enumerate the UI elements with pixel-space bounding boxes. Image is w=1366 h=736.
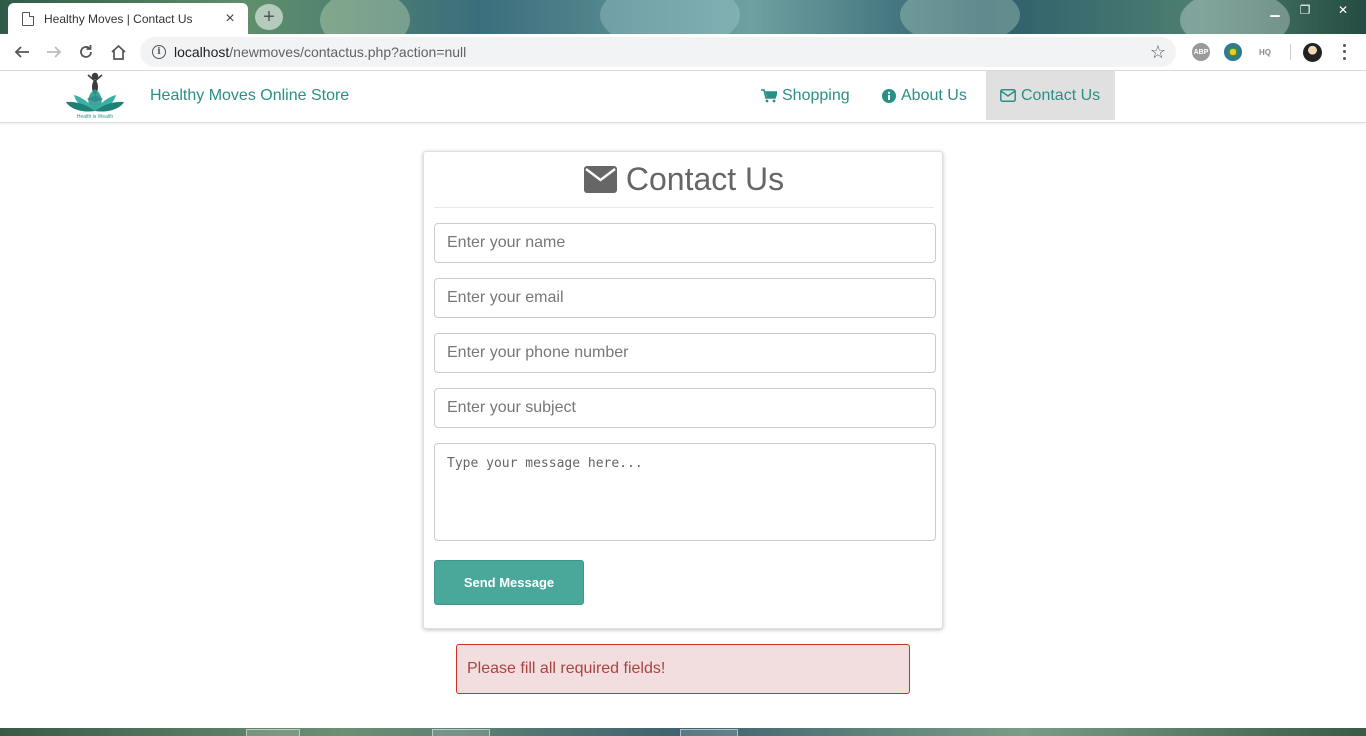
brand-logo[interactable]: Health is Wealth [64,71,126,121]
error-alert: Please fill all required fields! [456,644,910,694]
tab-close-icon[interactable]: × [222,10,238,27]
back-button[interactable] [6,36,38,68]
globe-extension-icon[interactable] [1224,43,1242,61]
minimize-button[interactable]: ▁ [1260,0,1290,20]
nav-contact-us[interactable]: Contact Us [986,71,1115,120]
url-host: localhost [174,44,230,60]
envelope-icon [1000,89,1016,102]
reload-icon [80,45,92,58]
browser-tab[interactable]: Healthy Moves | Contact Us × [8,3,248,34]
contact-form-card: Contact Us Send Message [423,151,943,629]
name-input[interactable] [434,223,936,263]
tab-title: Healthy Moves | Contact Us [44,11,193,26]
bookmark-star-icon[interactable]: ☆ [1150,42,1166,63]
nav-shopping-label: Shopping [782,86,850,104]
info-circle-icon [882,88,896,103]
contact-form-header: Contact Us [434,152,934,208]
subject-input[interactable] [434,388,936,428]
reload-button[interactable] [70,36,102,68]
forward-button[interactable] [38,36,70,68]
home-icon [110,44,126,60]
url-path: /newmoves/contactus.php?action=null [229,44,467,60]
url-text: localhost/newmoves/contactus.php?action=… [174,44,466,60]
shopping-cart-icon [761,88,777,103]
email-input[interactable] [434,278,936,318]
back-arrow-icon [14,46,29,58]
nav-about-us-label: About Us [901,86,967,104]
window-close-button[interactable]: ✕ [1320,0,1366,20]
brand-name[interactable]: Healthy Moves Online Store [150,87,349,105]
browser-tab-strip: Healthy Moves | Contact Us × + ▁ ❐ ✕ [0,0,1366,34]
toolbar-divider [1290,44,1291,60]
restore-button[interactable]: ❐ [1290,0,1320,20]
send-message-button[interactable]: Send Message [434,560,584,605]
nav-contact-us-label: Contact Us [1021,86,1101,104]
logo-caption: Health is Wealth [77,114,114,120]
page-icon [22,11,34,26]
message-textarea[interactable] [434,443,936,541]
nav-about-us[interactable]: About Us [868,71,981,120]
site-navbar: Health is Wealth Healthy Moves Online St… [0,71,1366,123]
window-controls: ▁ ❐ ✕ [1260,0,1366,20]
forward-arrow-icon [47,46,62,58]
adblock-plus-icon[interactable]: ABP [1192,43,1210,61]
browser-menu-icon[interactable] [1338,42,1350,62]
new-tab-button[interactable]: + [255,4,283,30]
phone-input[interactable] [434,333,936,373]
nav-shopping[interactable]: Shopping [747,71,864,120]
taskbar-app-slot[interactable] [680,729,738,736]
os-taskbar [0,728,1366,736]
browser-toolbar: i localhost/newmoves/contactus.php?actio… [0,34,1366,71]
lotus-yoga-logo: Health is Wealth [66,72,124,120]
site-info-icon[interactable]: i [152,45,166,59]
cloudhq-icon[interactable]: HQ [1256,43,1274,61]
form-title: Contact Us [625,161,785,197]
taskbar-app-slot[interactable] [246,729,300,736]
address-bar[interactable]: i localhost/newmoves/contactus.php?actio… [140,37,1176,67]
home-button[interactable] [102,36,134,68]
profile-avatar[interactable] [1303,43,1322,62]
taskbar-app-slot[interactable] [432,729,490,736]
envelope-icon [583,166,617,193]
